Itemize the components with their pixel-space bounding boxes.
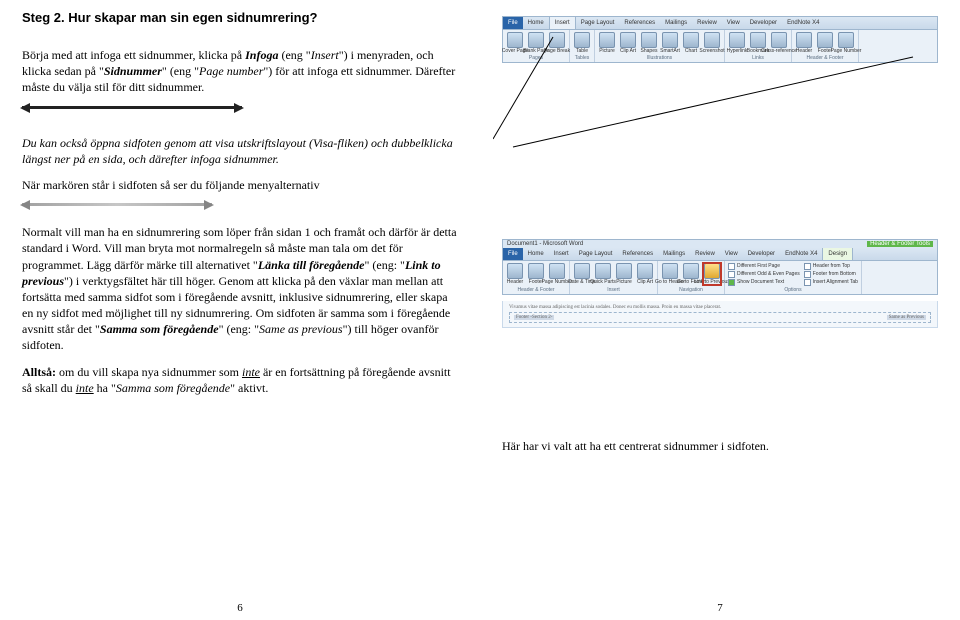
table-button[interactable]: Table	[573, 32, 591, 54]
opt-header-top[interactable]: Header from Top	[804, 263, 858, 270]
crossref-button[interactable]: Cross-reference	[770, 32, 788, 54]
group-headerfooter: Header Footer Page Number Header & Foote…	[792, 30, 859, 62]
page-number-left: 6	[237, 602, 243, 614]
tab-insert[interactable]: Insert	[549, 17, 576, 29]
arrow-1	[22, 106, 242, 109]
footer-section-label: Footer -Section 2-	[514, 315, 554, 320]
page-number-button[interactable]: Page Number	[837, 32, 855, 54]
opt-diff-first[interactable]: Different First Page	[728, 263, 800, 270]
tab2-developer[interactable]: Developer	[743, 248, 780, 260]
smartart-button[interactable]: SmartArt	[661, 32, 679, 54]
group-illustrations: Picture Clip Art Shapes SmartArt Chart S…	[595, 30, 725, 62]
step-heading: Steg 2. Hur skapar man sin egen sidnumre…	[22, 10, 458, 25]
tab2-view[interactable]: View	[720, 248, 743, 260]
clipart-button[interactable]: Clip Art	[619, 32, 637, 54]
right-caption: Här har vi valt att ha ett centrerat sid…	[502, 438, 938, 454]
tab2-endnote[interactable]: EndNote X4	[780, 248, 822, 260]
tab2-design[interactable]: Design	[822, 248, 853, 260]
tab-pagelayout[interactable]: Page Layout	[576, 17, 620, 29]
tab-mailings[interactable]: Mailings	[660, 17, 692, 29]
link-to-previous-button[interactable]: Link to Previous	[703, 263, 721, 285]
tab2-pagelayout[interactable]: Page Layout	[574, 248, 618, 260]
hyperlink-button[interactable]: Hyperlink	[728, 32, 746, 54]
right-page: File Home Insert Page Layout References …	[480, 0, 960, 620]
tab2-mailings[interactable]: Mailings	[658, 248, 690, 260]
tab-endnote[interactable]: EndNote X4	[782, 17, 824, 29]
pagenum2-button[interactable]: Page Number	[548, 263, 566, 285]
picture-button[interactable]: Picture	[598, 32, 616, 54]
screenshot-button[interactable]: Screenshot	[703, 32, 721, 54]
opt-footer-bot[interactable]: Footer from Bottom	[804, 271, 858, 278]
arrow-2	[22, 203, 212, 206]
tab-references[interactable]: References	[619, 17, 660, 29]
tab-review[interactable]: Review	[692, 17, 722, 29]
tab-view[interactable]: View	[722, 17, 745, 29]
tab2-review[interactable]: Review	[690, 248, 720, 260]
blank-page-button[interactable]: Blank Page	[527, 32, 545, 54]
tab-home[interactable]: Home	[523, 17, 549, 29]
header2-button[interactable]: Header	[506, 263, 524, 285]
shapes-button[interactable]: Shapes	[640, 32, 658, 54]
picture2-button[interactable]: Picture	[615, 263, 633, 285]
same-as-previous-label: Same as Previous	[887, 315, 926, 320]
para-menu: När markören står i sidfoten så ser du f…	[22, 177, 458, 193]
opt-align-tab[interactable]: Insert Alignment Tab	[804, 279, 858, 286]
para-link-previous: Normalt vill man ha en sidnumrering som …	[22, 224, 458, 354]
clipart2-button[interactable]: Clip Art	[636, 263, 654, 285]
group2-insert: Date & Time Quick Parts Picture Clip Art…	[570, 261, 658, 294]
opt-diff-odd[interactable]: Different Odd & Even Pages	[728, 271, 800, 278]
page-number-right: 7	[717, 602, 723, 614]
tab-developer[interactable]: Developer	[745, 17, 782, 29]
tab2-file[interactable]: File	[503, 248, 523, 260]
header-button[interactable]: Header	[795, 32, 813, 54]
datetime-button[interactable]: Date & Time	[573, 263, 591, 285]
group-pages: Cover Page Blank Page Page Break Pages	[503, 30, 570, 62]
cover-page-button[interactable]: Cover Page	[506, 32, 524, 54]
para-footer-open: Du kan också öppna sidfoten genom att vi…	[22, 135, 458, 167]
ribbon-tabs: File Home Insert Page Layout References …	[503, 17, 937, 30]
group-tables: Table Tables	[570, 30, 595, 62]
left-page: Steg 2. Hur skapar man sin egen sidnumre…	[0, 0, 480, 620]
doc-text: Vivamus vitae massa adipiscing est lacin…	[509, 305, 931, 310]
group2-hf: Header Footer Page Number Header & Foote…	[503, 261, 570, 294]
group2-nav: Go to Header Go to Footer Link to Previo…	[658, 261, 725, 294]
opt-show-doc[interactable]: Show Document Text	[728, 279, 800, 286]
para-intro: Börja med att infoga ett sidnummer, klic…	[22, 47, 458, 96]
tab-file[interactable]: File	[503, 17, 523, 29]
chart-button[interactable]: Chart	[682, 32, 700, 54]
para-conclusion: Alltså: om du vill skapa nya sidnummer s…	[22, 364, 458, 396]
tab2-insert[interactable]: Insert	[549, 248, 574, 260]
group-links: Hyperlink Bookmark Cross-reference Links	[725, 30, 792, 62]
tab2-home[interactable]: Home	[523, 248, 549, 260]
ribbon-insert: File Home Insert Page Layout References …	[502, 16, 938, 63]
ribbon-design: Document1 - Microsoft Word Header & Foot…	[502, 239, 938, 295]
page-break-button[interactable]: Page Break	[548, 32, 566, 54]
tab2-references[interactable]: References	[617, 248, 658, 260]
group2-options: Different First Page Different Odd & Eve…	[725, 261, 862, 294]
context-tab: Header & Footer Tools	[867, 241, 933, 247]
quickparts-button[interactable]: Quick Parts	[594, 263, 612, 285]
doc-preview: Vivamus vitae massa adipiscing est lacin…	[502, 301, 938, 328]
window-title: Document1 - Microsoft Word	[507, 241, 583, 247]
